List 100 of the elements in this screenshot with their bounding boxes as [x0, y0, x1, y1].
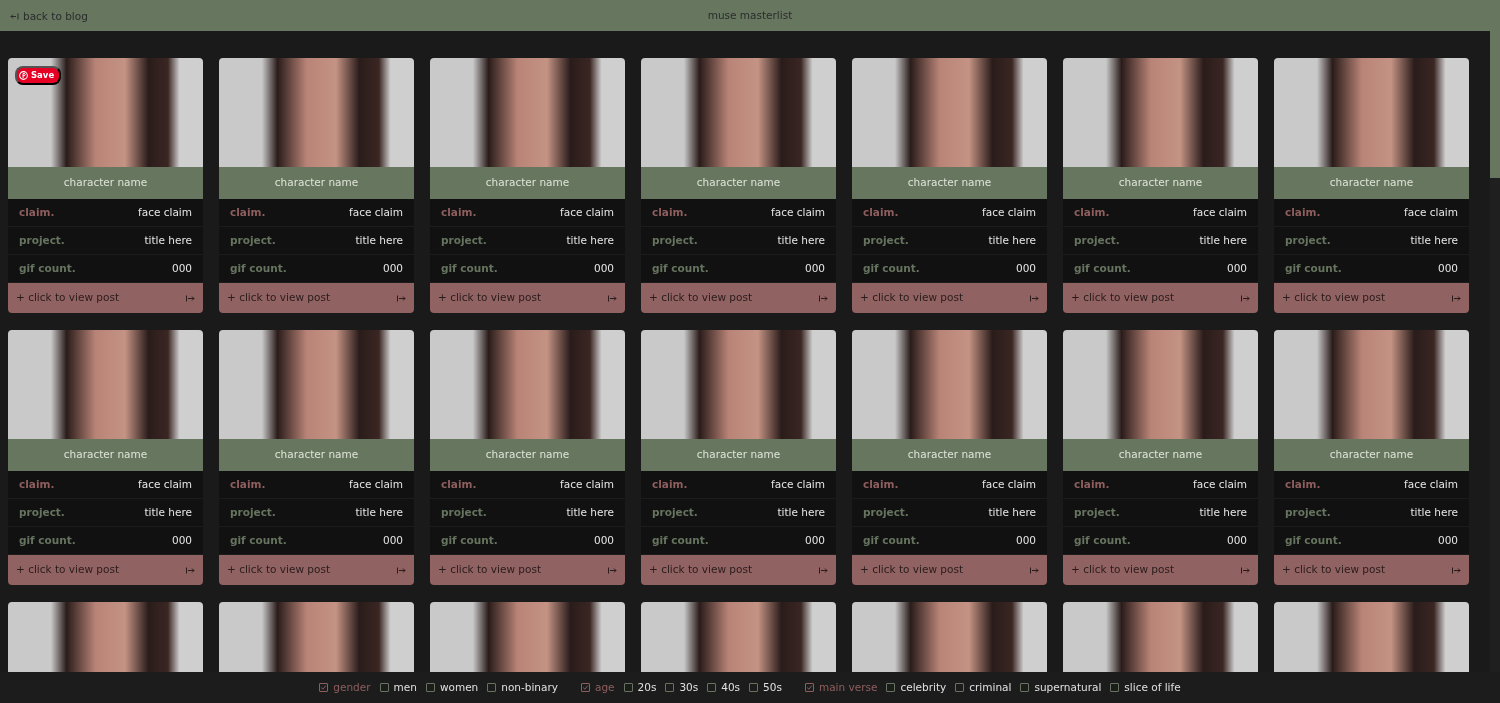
view-post-button[interactable]: + click to view post [1274, 283, 1469, 313]
back-arrow-icon [10, 13, 19, 21]
field-value: title here [777, 232, 825, 248]
view-post-button[interactable]: + click to view post [1274, 555, 1469, 585]
filter-checkbox[interactable]: women [425, 679, 479, 696]
filter-checkbox[interactable]: celebrity [886, 679, 947, 696]
field-label: project. [863, 504, 909, 520]
field-value: title here [1199, 504, 1247, 520]
checkmark-icon [320, 684, 328, 691]
view-post-button[interactable]: + click to view post [430, 283, 625, 313]
character-name: character name [852, 167, 1047, 199]
filter-checkbox[interactable]: non-binary [487, 679, 558, 696]
filter-checkbox[interactable]: 20s [623, 679, 657, 696]
field-value: title here [1410, 504, 1458, 520]
field-label: claim. [441, 204, 477, 220]
view-post-button[interactable]: + click to view post [852, 283, 1047, 313]
view-post-button[interactable]: + click to view post [8, 283, 203, 313]
character-name: character name [1063, 439, 1258, 471]
filter-checkbox[interactable]: men [379, 679, 417, 696]
filter-group-checkbox[interactable]: gender [319, 679, 371, 696]
arrow-to-bar-icon [186, 294, 195, 302]
field-value: title here [1199, 232, 1247, 248]
field-value: face claim [982, 476, 1036, 492]
character-name: character name [219, 439, 414, 471]
field-label: claim. [1285, 476, 1321, 492]
checkmark-icon [805, 684, 813, 691]
field-value: title here [144, 504, 192, 520]
field-label: project. [441, 504, 487, 520]
back-link[interactable]: back to blog [10, 9, 88, 25]
field-label: project. [441, 232, 487, 248]
field-value: 000 [382, 532, 403, 548]
field-value: 000 [171, 532, 192, 548]
field-label: project. [652, 232, 698, 248]
field-label: project. [230, 504, 276, 520]
field-label: gif count. [652, 260, 709, 276]
filter-checkbox[interactable]: 40s [707, 679, 741, 696]
field-label: gif count. [19, 260, 76, 276]
arrow-to-bar-icon [819, 294, 828, 302]
field-value: title here [988, 232, 1036, 248]
scrollbar-thumb[interactable] [1490, 31, 1500, 178]
character-name: character name [641, 439, 836, 471]
field-label: gif count. [230, 532, 287, 548]
field-value: face claim [1193, 204, 1247, 220]
field-value: face claim [1193, 476, 1247, 492]
field-value: face claim [349, 476, 403, 492]
filter-checkbox[interactable]: supernatural [1020, 679, 1102, 696]
character-name: character name [1063, 167, 1258, 199]
view-post-button[interactable]: + click to view post [219, 283, 414, 313]
field-value: title here [355, 232, 403, 248]
field-label: gif count. [1285, 260, 1342, 276]
field-value: face claim [982, 204, 1036, 220]
field-label: gif count. [230, 260, 287, 276]
filter-checkbox[interactable]: slice of life [1110, 679, 1181, 696]
field-value: face claim [560, 204, 614, 220]
view-post-button[interactable]: + click to view post [219, 555, 414, 585]
arrow-to-bar-icon [397, 294, 406, 302]
field-value: title here [566, 504, 614, 520]
arrow-to-bar-icon [608, 566, 617, 574]
character-name: character name [641, 167, 836, 199]
arrow-to-bar-icon [1241, 566, 1250, 574]
field-value: title here [566, 232, 614, 248]
view-post-button[interactable]: + click to view post [852, 555, 1047, 585]
arrow-to-bar-icon [397, 566, 406, 574]
field-value: 000 [1015, 260, 1036, 276]
field-label: gif count. [1074, 532, 1131, 548]
field-value: 000 [1226, 532, 1247, 548]
arrow-to-bar-icon [1452, 294, 1461, 302]
filter-checkbox[interactable]: criminal [955, 679, 1012, 696]
field-value: face claim [560, 476, 614, 492]
field-label: project. [652, 504, 698, 520]
field-value: face claim [138, 204, 192, 220]
filter-group-checkbox[interactable]: age [581, 679, 615, 696]
view-post-button[interactable]: + click to view post [1063, 283, 1258, 313]
field-value: title here [988, 504, 1036, 520]
field-value: 000 [382, 260, 403, 276]
field-label: gif count. [1285, 532, 1342, 548]
field-value: 000 [171, 260, 192, 276]
field-label: gif count. [863, 532, 920, 548]
field-value: 000 [1015, 532, 1036, 548]
field-value: title here [355, 504, 403, 520]
field-label: project. [1074, 232, 1120, 248]
field-label: claim. [1074, 476, 1110, 492]
field-label: claim. [441, 476, 477, 492]
field-label: claim. [1074, 204, 1110, 220]
character-name: character name [8, 167, 203, 199]
field-value: face claim [771, 476, 825, 492]
save-button[interactable]: Save [15, 66, 62, 85]
view-post-button[interactable]: + click to view post [430, 555, 625, 585]
view-post-button[interactable]: + click to view post [641, 283, 836, 313]
character-name: character name [852, 439, 1047, 471]
view-post-button[interactable]: + click to view post [641, 555, 836, 585]
filter-group-checkbox[interactable]: main verse [804, 679, 878, 696]
field-label: claim. [652, 476, 688, 492]
filter-checkbox[interactable]: 30s [665, 679, 699, 696]
view-post-button[interactable]: + click to view post [1063, 555, 1258, 585]
arrow-to-bar-icon [186, 566, 195, 574]
filter-checkbox[interactable]: 50s [749, 679, 782, 696]
character-name: character name [219, 167, 414, 199]
field-value: face claim [349, 204, 403, 220]
view-post-button[interactable]: + click to view post [8, 555, 203, 585]
